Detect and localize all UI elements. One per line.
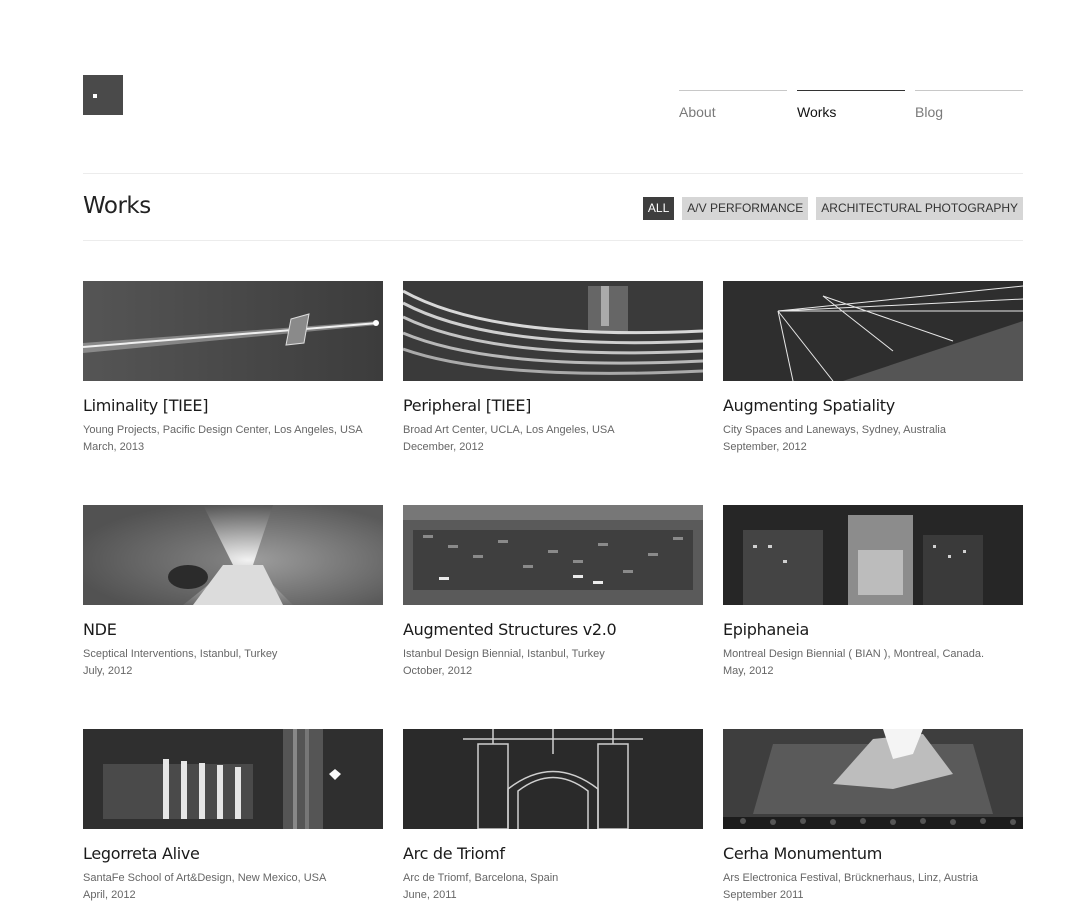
work-thumbnail-epiphaneia[interactable] — [723, 505, 1023, 605]
work-date: March, 2013 — [83, 441, 145, 453]
work-card: Epiphaneia Montreal Design Biennial ( BI… — [723, 505, 1023, 678]
work-date: October, 2012 — [403, 665, 473, 677]
work-venue: Young Projects, Pacific Design Center, L… — [83, 424, 363, 436]
work-thumbnail-augmenting-spatiality[interactable] — [723, 281, 1023, 381]
work-date: September 2011 — [723, 889, 804, 901]
work-venue: SantaFe School of Art&Design, New Mexico… — [83, 872, 327, 884]
work-card: NDE Sceptical Interventions, Istanbul, T… — [83, 505, 383, 678]
work-title[interactable]: Augmented Structures v2.0 — [403, 620, 703, 640]
work-card: Augmenting Spatiality City Spaces and La… — [723, 281, 1023, 454]
site-logo[interactable] — [83, 75, 123, 115]
work-venue: Sceptical Interventions, Istanbul, Turke… — [83, 648, 278, 660]
work-thumbnail-nde[interactable] — [83, 505, 383, 605]
work-date: July, 2012 — [83, 665, 133, 677]
work-title[interactable]: Augmenting Spatiality — [723, 396, 1023, 416]
work-venue: Ars Electronica Festival, Brücknerhaus, … — [723, 872, 978, 884]
work-venue: City Spaces and Laneways, Sydney, Austra… — [723, 424, 946, 436]
work-date: December, 2012 — [403, 441, 484, 453]
work-thumbnail-cerha-monumentum[interactable] — [723, 729, 1023, 829]
filter-all-button[interactable]: ALL — [642, 197, 675, 220]
work-card: Liminality [TIEE] Young Projects, Pacifi… — [83, 281, 383, 454]
work-card: Augmented Structures v2.0 Istanbul Desig… — [403, 505, 703, 678]
work-date: April, 2012 — [83, 889, 136, 901]
work-title[interactable]: Legorreta Alive — [83, 844, 383, 864]
title-divider — [83, 240, 1023, 241]
work-card: Cerha Monumentum Ars Electronica Festiva… — [723, 729, 1023, 902]
header-divider — [83, 173, 1023, 174]
work-title[interactable]: Cerha Monumentum — [723, 844, 1023, 864]
work-thumbnail-augmented-structures[interactable] — [403, 505, 703, 605]
work-thumbnail-liminality[interactable] — [83, 281, 383, 381]
work-title[interactable]: Epiphaneia — [723, 620, 1023, 640]
work-card: Legorreta Alive SantaFe School of Art&De… — [83, 729, 383, 902]
work-venue: Broad Art Center, UCLA, Los Angeles, USA — [403, 424, 615, 436]
work-thumbnail-peripheral[interactable] — [403, 281, 703, 381]
work-title[interactable]: Liminality [TIEE] — [83, 396, 383, 416]
work-venue: Montreal Design Biennial ( BIAN ), Montr… — [723, 648, 985, 660]
nav-blog[interactable]: Blog — [915, 90, 1023, 120]
work-title[interactable]: NDE — [83, 620, 383, 640]
work-date: June, 2011 — [403, 889, 457, 901]
work-title[interactable]: Arc de Triomf — [403, 844, 703, 864]
main-nav: About Works Blog — [679, 90, 1023, 130]
nav-about[interactable]: About — [679, 90, 787, 120]
page-title: Works — [83, 193, 151, 219]
work-card: Arc de Triomf Arc de Triomf, Barcelona, … — [403, 729, 703, 902]
filter-architectural-photography-button[interactable]: ARCHITECTURAL PHOTOGRAPHY — [816, 197, 1023, 220]
work-card: Peripheral [TIEE] Broad Art Center, UCLA… — [403, 281, 703, 454]
work-venue: Istanbul Design Biennial, Istanbul, Turk… — [403, 648, 605, 660]
filter-bar: ALL A/V PERFORMANCE ARCHITECTURAL PHOTOG… — [642, 197, 1023, 220]
work-thumbnail-arc-de-triomf[interactable] — [403, 729, 703, 829]
work-title[interactable]: Peripheral [TIEE] — [403, 396, 703, 416]
filter-av-performance-button[interactable]: A/V PERFORMANCE — [682, 197, 809, 220]
work-thumbnail-legorreta-alive[interactable] — [83, 729, 383, 829]
nav-works[interactable]: Works — [797, 90, 905, 120]
work-venue: Arc de Triomf, Barcelona, Spain — [403, 872, 559, 884]
work-date: September, 2012 — [723, 441, 807, 453]
work-date: May, 2012 — [723, 665, 774, 677]
square-logo-icon — [93, 94, 97, 98]
